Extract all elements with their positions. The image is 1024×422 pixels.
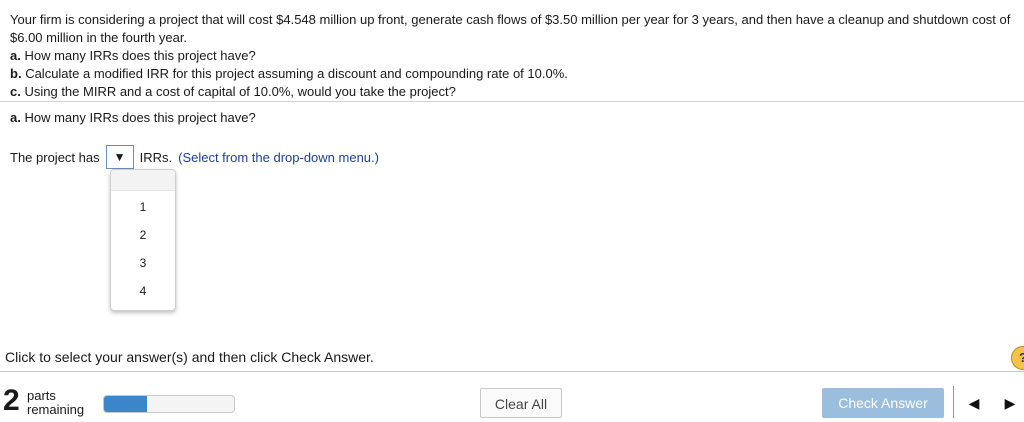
dropdown-option-3[interactable]: 3 bbox=[111, 249, 175, 277]
dropdown-blank-option[interactable] bbox=[111, 170, 175, 191]
check-answer-button[interactable]: Check Answer bbox=[822, 388, 944, 418]
current-question: a. How many IRRs does this project have? bbox=[10, 110, 256, 125]
part-c-label: c. bbox=[10, 84, 21, 99]
parts-remaining-count: 2 bbox=[3, 384, 20, 417]
dropdown-menu: 1 2 3 4 bbox=[110, 169, 176, 311]
parts-remaining-label: parts remaining bbox=[27, 389, 84, 417]
previous-arrow-icon[interactable]: ◀ bbox=[960, 388, 988, 418]
parts-label-line2: remaining bbox=[27, 402, 85, 417]
irr-count-select[interactable]: ▼ bbox=[105, 145, 134, 169]
instruction-text: Click to select your answer(s) and then … bbox=[5, 349, 374, 365]
part-a-label: a. bbox=[10, 48, 21, 63]
dropdown-arrow-icon: ▼ bbox=[113, 150, 126, 164]
part-c-text: Using the MIRR and a cost of capital of … bbox=[24, 84, 456, 99]
question-text: How many IRRs does this project have? bbox=[24, 110, 256, 125]
progress-bar bbox=[103, 395, 235, 413]
problem-intro: Your firm is considering a project that … bbox=[10, 12, 1011, 45]
part-b-label: b. bbox=[10, 66, 22, 81]
help-icon[interactable]: ? bbox=[1011, 346, 1024, 370]
problem-statement: Your firm is considering a project that … bbox=[10, 11, 1018, 101]
parts-label-line1: parts bbox=[27, 388, 56, 403]
nav-separator bbox=[953, 386, 954, 418]
answer-sentence: The project has ▼ IRRs. (Select from the… bbox=[10, 145, 379, 169]
answer-prefix: The project has bbox=[10, 149, 100, 165]
dropdown-option-1[interactable]: 1 bbox=[111, 193, 175, 221]
progress-fill bbox=[104, 396, 147, 412]
part-a-text: How many IRRs does this project have? bbox=[24, 48, 256, 63]
question-label: a. bbox=[10, 110, 21, 125]
dropdown-option-4[interactable]: 4 bbox=[111, 277, 175, 305]
footer-divider bbox=[0, 371, 1024, 372]
part-b-text: Calculate a modified IRR for this projec… bbox=[25, 66, 568, 81]
problem-part-a: a. How many IRRs does this project have? bbox=[10, 47, 1018, 65]
problem-part-c: c. Using the MIRR and a cost of capital … bbox=[10, 83, 1018, 101]
answer-suffix: IRRs. bbox=[139, 149, 173, 165]
dropdown-hint: (Select from the drop-down menu.) bbox=[178, 149, 379, 165]
problem-part-b: b. Calculate a modified IRR for this pro… bbox=[10, 65, 1018, 83]
next-arrow-icon[interactable]: ▶ bbox=[996, 388, 1024, 418]
dropdown-option-2[interactable]: 2 bbox=[111, 221, 175, 249]
clear-all-button[interactable]: Clear All bbox=[480, 388, 562, 418]
divider bbox=[0, 101, 1024, 102]
